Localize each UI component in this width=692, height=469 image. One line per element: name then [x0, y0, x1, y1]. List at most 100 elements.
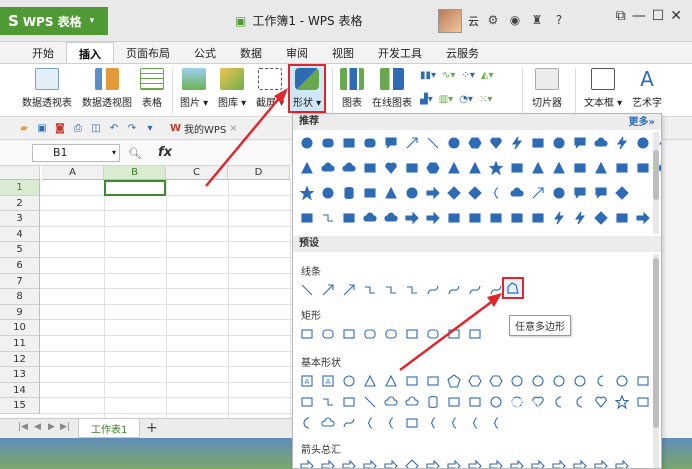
basic-circle-icon[interactable] [551, 373, 567, 389]
pdf-icon[interactable]: ◙ [54, 123, 66, 135]
spreadsheet-grid[interactable]: ABCD 1 2 3 4 5 6 7 8 9 10 11 12 13 14 15 [0, 166, 292, 418]
row-header[interactable]: 1 [0, 180, 40, 196]
arrow-rarrow-icon[interactable] [446, 458, 462, 468]
recommended-bolt-icon[interactable] [509, 135, 525, 151]
rect-rect-icon[interactable] [299, 326, 315, 342]
recommended-bolt-icon[interactable] [572, 210, 588, 226]
recommended-arrow-icon[interactable] [530, 185, 546, 201]
recommended-rect-icon[interactable] [299, 210, 315, 226]
wordart-button[interactable]: A 艺术字 [632, 68, 662, 109]
basic-rect-icon[interactable] [341, 394, 357, 410]
basic-cyl-icon[interactable] [425, 394, 441, 410]
first-sheet-icon[interactable]: |◀ [18, 422, 28, 432]
add-sheet-button[interactable]: + [146, 420, 158, 436]
basic-brace-icon[interactable] [425, 415, 441, 431]
recommended-diamond-icon[interactable] [593, 210, 609, 226]
recommended-rect-icon[interactable] [614, 160, 630, 176]
recommended-rarrow-icon[interactable] [425, 210, 441, 226]
prev-sheet-icon[interactable]: ◀ [34, 422, 41, 432]
row-header[interactable]: 3 [0, 211, 40, 227]
basic-circle-icon[interactable] [488, 394, 504, 410]
recommended-rect-icon[interactable] [446, 210, 462, 226]
rect-rrect-icon[interactable] [320, 326, 336, 342]
line-curve-icon[interactable] [446, 282, 462, 298]
online-chart-button[interactable]: 在线图表 [372, 68, 412, 109]
recommended-rect-icon[interactable] [509, 160, 525, 176]
recommended-elbow-icon[interactable] [320, 210, 336, 226]
arrow-diamond-icon[interactable] [404, 458, 420, 468]
recommended-cloud-icon[interactable] [341, 160, 357, 176]
recommended-rect-icon[interactable] [509, 210, 525, 226]
recommended-callout-icon[interactable] [572, 185, 588, 201]
basic-star-icon[interactable] [614, 394, 630, 410]
recommended-rect-icon[interactable] [572, 160, 588, 176]
arrow-rarrow-icon[interactable] [509, 458, 525, 468]
recommended-rect-icon[interactable] [362, 160, 378, 176]
recommended-bolt-icon[interactable] [551, 210, 567, 226]
arrow-rarrow-icon[interactable] [572, 458, 588, 468]
gallery-button[interactable]: 图库 ▾ [218, 68, 246, 109]
basic-pent-icon[interactable] [446, 373, 462, 389]
area-chart-icon[interactable]: ◭▾ [481, 70, 494, 81]
arrow-rarrow-icon[interactable] [467, 458, 483, 468]
recommended-cyl-icon[interactable] [341, 185, 357, 201]
rect-rect-icon[interactable] [467, 326, 483, 342]
textbox-button[interactable]: 文本框 ▾ [584, 68, 622, 109]
column-header-C[interactable]: C [166, 166, 228, 180]
chevron-down-icon[interactable]: ▾ [112, 145, 116, 161]
arrow-rarrow-icon[interactable] [425, 458, 441, 468]
recommended-rect-icon[interactable] [362, 185, 378, 201]
column-header-A[interactable]: A [42, 166, 104, 180]
basic-hex-icon[interactable] [488, 373, 504, 389]
row-header[interactable]: 7 [0, 273, 40, 290]
tab-5[interactable]: 审阅 [274, 42, 320, 64]
basic-circle-icon[interactable] [572, 373, 588, 389]
next-sheet-icon[interactable]: ▶ [48, 422, 55, 432]
basic-moon-icon[interactable] [593, 373, 609, 389]
recommended-rect-icon[interactable] [635, 160, 651, 176]
customize-icon[interactable]: ▾ [144, 123, 156, 135]
recommended-tri-icon[interactable] [593, 160, 609, 176]
basic-tri-icon[interactable] [383, 373, 399, 389]
recommended-cloud-icon[interactable] [509, 185, 525, 201]
recommended-heart-icon[interactable] [488, 135, 504, 151]
basic-hex-icon[interactable] [467, 373, 483, 389]
basic-cloud-icon[interactable] [383, 394, 399, 410]
basic-curve-icon[interactable] [341, 415, 357, 431]
recommended-tri-icon[interactable] [446, 160, 462, 176]
skin-icon[interactable]: ◉ [507, 13, 523, 29]
basic-rect-icon[interactable] [446, 394, 462, 410]
settings-icon[interactable]: ⚙ [485, 13, 501, 29]
close-icon[interactable]: × [229, 123, 237, 134]
print-preview-icon[interactable]: ◫ [90, 123, 102, 135]
arrow-rarrow-icon[interactable] [320, 458, 336, 468]
arrow-rarrow-icon[interactable] [383, 458, 399, 468]
recommended-tri-icon[interactable] [299, 160, 315, 176]
name-box[interactable]: B1 ▾ [32, 144, 120, 162]
arrow-rarrow-icon[interactable] [341, 458, 357, 468]
row-header[interactable]: 15 [0, 398, 40, 414]
close-icon[interactable]: ✕ [670, 8, 682, 24]
arrow-rarrow-icon[interactable] [488, 458, 504, 468]
tab-0[interactable]: 开始 [20, 42, 66, 64]
rect-rect-icon[interactable] [404, 326, 420, 342]
basic-moon-icon[interactable] [299, 415, 315, 431]
basic-circle-icon[interactable] [509, 373, 525, 389]
basic-rect-icon[interactable] [467, 394, 483, 410]
bar-chart-icon[interactable]: ▮▮▾ [420, 70, 436, 81]
basic-moon-icon[interactable] [572, 394, 588, 410]
recommended-callout-icon[interactable] [572, 135, 588, 151]
recommended-hex-icon[interactable] [425, 160, 441, 176]
column-header-D[interactable]: D [228, 166, 290, 180]
rect-rect-icon[interactable] [341, 326, 357, 342]
recommended-tri-icon[interactable] [551, 160, 567, 176]
my-wps-tab[interactable]: W 我的WPS × [170, 121, 238, 136]
recommended-rrect-icon[interactable] [362, 135, 378, 151]
recommended-tri-icon[interactable] [530, 160, 546, 176]
basic-moon-icon[interactable] [551, 394, 567, 410]
basic-line-icon[interactable] [362, 394, 378, 410]
basic-rect-icon[interactable] [299, 394, 315, 410]
row-header[interactable]: 4 [0, 226, 40, 243]
row-header[interactable]: 14 [0, 382, 40, 399]
screenshot-button[interactable]: 截屏 ▾ [256, 68, 284, 109]
